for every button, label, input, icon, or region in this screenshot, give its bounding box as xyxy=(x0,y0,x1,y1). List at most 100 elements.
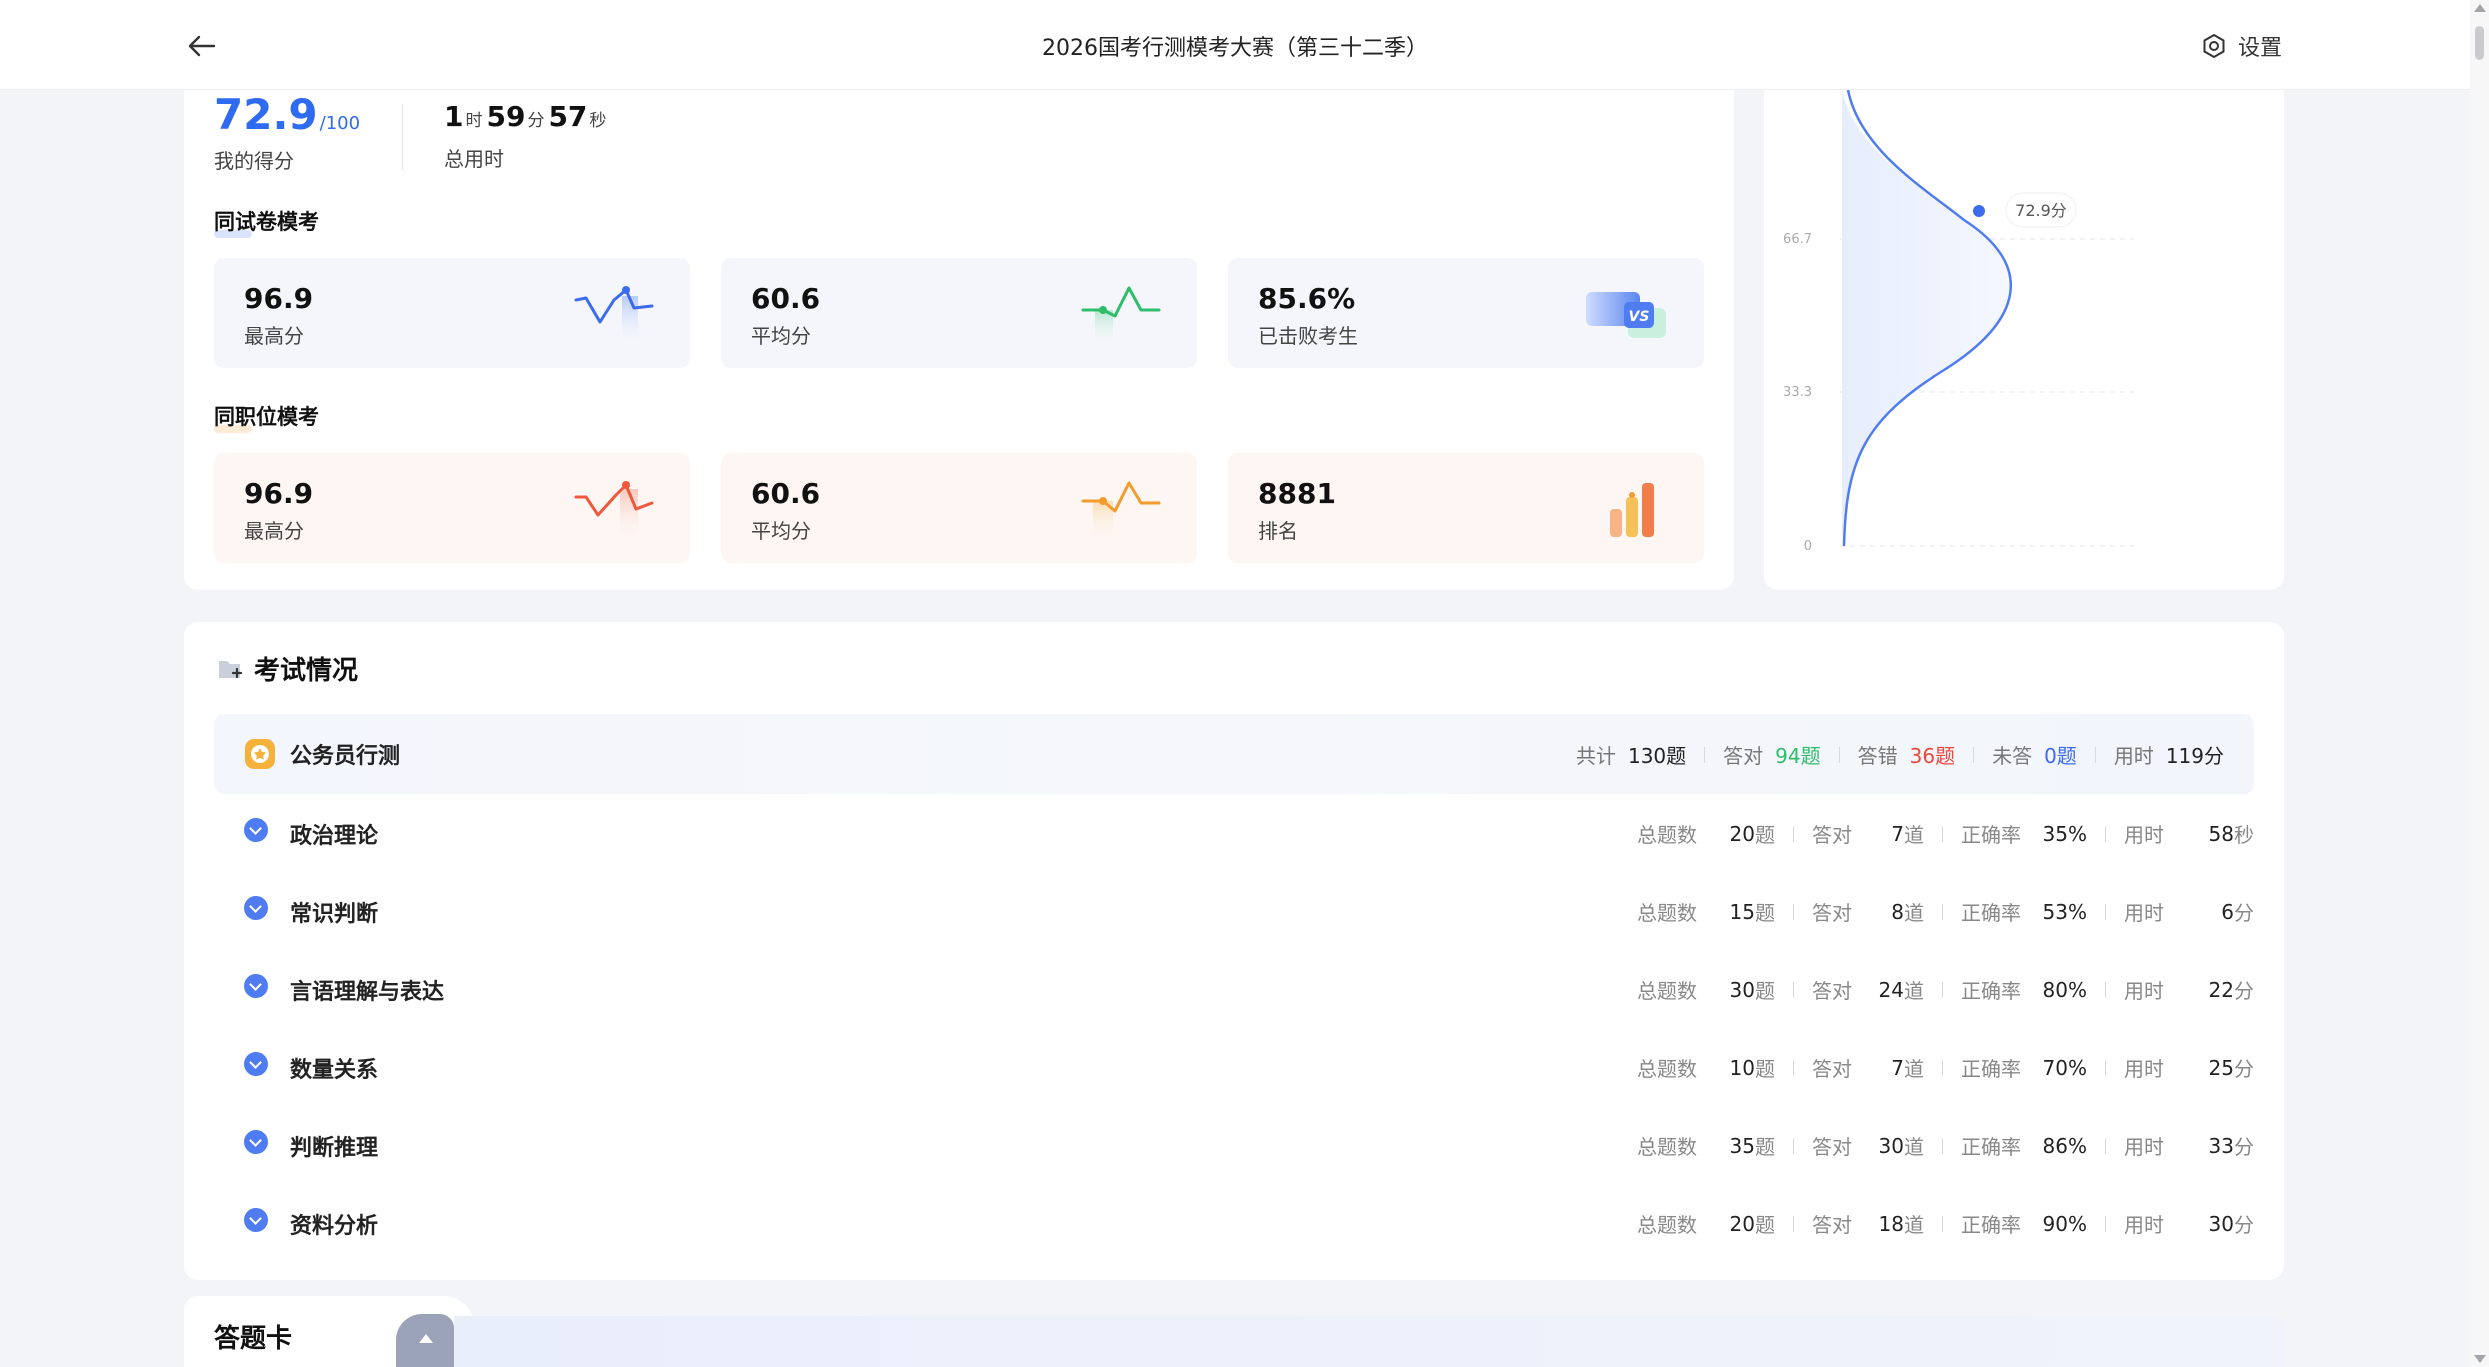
correct-label: 答对 xyxy=(1812,979,1852,1003)
time-unit: 分 xyxy=(2234,901,2254,925)
rate-label: 正确率 xyxy=(1961,1213,2021,1237)
total-label: 总题数 xyxy=(1637,823,1697,847)
time-value: 22 xyxy=(2208,977,2234,1002)
total-unit: 题 xyxy=(1755,823,1775,847)
vs-icon: VS xyxy=(1586,292,1666,338)
score-max: /100 xyxy=(319,113,361,134)
time-unit: 秒 xyxy=(2234,823,2254,847)
total-unit: 题 xyxy=(1755,1057,1775,1081)
stat-label: 平均分 xyxy=(751,324,811,348)
stat-value: 85.6% xyxy=(1258,282,1356,315)
rate-value: 53% xyxy=(2042,899,2087,924)
time-value: 6 xyxy=(2221,899,2234,924)
collapse-button[interactable] xyxy=(396,1314,454,1367)
subject-name: 常识判断 xyxy=(290,902,379,927)
chevron-down-icon[interactable] xyxy=(244,974,268,998)
chevron-down-icon[interactable] xyxy=(244,896,268,920)
exam-summary-stats: 共计 130题 答对 94题 答错 36题 未答 0题 用时 119分 xyxy=(1576,740,2224,769)
distribution-area xyxy=(1842,90,2011,546)
chevron-down-icon[interactable] xyxy=(244,818,268,842)
subject-stats: 总题数 15 题 答对 8 道 正确率 53% 用时 6 分 xyxy=(1637,897,2254,926)
score-caption: 我的得分 xyxy=(214,149,294,173)
line-wave-orange-icon xyxy=(1081,481,1161,541)
subject-row[interactable]: 言语理解与表达 总题数 30 题 答对 24 道 正确率 80% 用时 22 分 xyxy=(244,966,2254,1006)
chevron-down-icon[interactable] xyxy=(244,1208,268,1232)
settings-button[interactable]: 设置 xyxy=(2200,28,2282,64)
correct-label: 答对 xyxy=(1812,901,1852,925)
star-badge-icon xyxy=(245,739,275,769)
scroll-up-icon[interactable] xyxy=(2474,4,2486,12)
line-peak-red-icon xyxy=(574,481,654,541)
time-caption: 总用时 xyxy=(444,147,504,171)
total-label: 总题数 xyxy=(1637,1213,1697,1237)
time-value: 33 xyxy=(2208,1133,2234,1158)
chevron-down-icon[interactable] xyxy=(244,1130,268,1154)
time-label: 用时 xyxy=(2124,979,2164,1003)
subject-row[interactable]: 政治理论 总题数 20 题 答对 7 道 正确率 35% 用时 58 秒 xyxy=(244,810,2254,850)
total-label: 总题数 xyxy=(1637,1135,1697,1159)
time-seconds-unit: 秒 xyxy=(589,111,607,131)
time-minutes-unit: 分 xyxy=(527,111,545,131)
exam-name: 公务员行测 xyxy=(290,744,401,769)
subject-stats: 总题数 35 题 答对 30 道 正确率 86% 用时 33 分 xyxy=(1637,1131,2254,1160)
scrollbar[interactable] xyxy=(2470,0,2489,1367)
time-label: 用时 xyxy=(2124,1213,2164,1237)
correct-unit: 道 xyxy=(1904,979,1924,1003)
time-unit: 分 xyxy=(2234,1057,2254,1081)
chevron-down-icon[interactable] xyxy=(244,1052,268,1076)
distribution-card: 100 66.7 33.3 0 72.9分 xyxy=(1764,60,2284,590)
subject-row[interactable]: 数量关系 总题数 10 题 答对 7 道 正确率 70% 用时 25 分 xyxy=(244,1044,2254,1084)
total-value: 20 xyxy=(1729,821,1755,846)
total-unit: 题 xyxy=(1755,1213,1775,1237)
stat-card-average: 60.6 平均分 xyxy=(721,258,1197,368)
total-value: 10 xyxy=(1729,1055,1755,1080)
time-unit: 分 xyxy=(2234,1135,2254,1159)
stat-value: 96.9 xyxy=(244,477,314,510)
correct-value: 18 xyxy=(1878,1211,1904,1236)
y-tick: 0 xyxy=(1804,539,1812,554)
same-paper-title-text: 同试卷模考 xyxy=(214,210,319,234)
correct-label: 答对 xyxy=(1812,1213,1852,1237)
time-label: 用时 xyxy=(2124,1135,2164,1159)
correct-unit: 道 xyxy=(1904,823,1924,847)
scroll-down-icon[interactable] xyxy=(2474,1355,2486,1363)
rate-label: 正确率 xyxy=(1961,1135,2021,1159)
time-unit: 分 xyxy=(2234,979,2254,1003)
answer-card-title: 答题卡 xyxy=(214,1324,293,1354)
subject-row[interactable]: 常识判断 总题数 15 题 答对 8 道 正确率 53% 用时 6 分 xyxy=(244,888,2254,928)
stat-card-highest: 96.9 最高分 xyxy=(214,258,690,368)
stat-value: 8881 xyxy=(1258,477,1336,510)
time-label: 用时 xyxy=(2124,823,2164,847)
total-unit: 题 xyxy=(1755,901,1775,925)
stat-label: 排名 xyxy=(1258,519,1298,543)
stat-card-rank: 8881 排名 xyxy=(1228,453,1704,563)
time-seconds: 57 xyxy=(548,100,588,133)
answer-card-body xyxy=(454,1316,2284,1367)
time-label: 用时 xyxy=(2124,901,2164,925)
stat-card-defeated: 85.6% 已击败考生 VS xyxy=(1228,258,1704,368)
total-label: 总题数 xyxy=(1637,1057,1697,1081)
summary-correct-label: 答对 xyxy=(1723,744,1764,768)
my-score-label: 72.9分 xyxy=(2015,201,2067,220)
score-card: 72.9/100 我的得分 1 时 59 分 57 秒 总用时 同试卷模考 96.9 最高… xyxy=(184,60,1734,590)
subject-row[interactable]: 判断推理 总题数 35 题 答对 30 道 正确率 86% 用时 33 分 xyxy=(244,1122,2254,1162)
summary-total-label: 共计 xyxy=(1575,744,1616,768)
subject-row[interactable]: 资料分析 总题数 20 题 答对 18 道 正确率 90% 用时 30 分 xyxy=(244,1200,2254,1240)
same-position-title: 同职位模考 xyxy=(214,401,319,433)
time-hours-unit: 时 xyxy=(465,111,483,131)
total-unit: 题 xyxy=(1755,1135,1775,1159)
rate-label: 正确率 xyxy=(1961,1057,2021,1081)
subject-name: 判断推理 xyxy=(290,1136,379,1161)
rate-label: 正确率 xyxy=(1961,979,2021,1003)
bar-rank-icon xyxy=(1610,483,1654,537)
correct-label: 答对 xyxy=(1812,823,1852,847)
stat-label: 最高分 xyxy=(244,324,304,348)
folder-icon xyxy=(219,660,243,678)
svg-text:VS: VS xyxy=(1629,309,1650,325)
scroll-thumb[interactable] xyxy=(2475,26,2484,60)
subject-stats: 总题数 30 题 答对 24 道 正确率 80% 用时 22 分 xyxy=(1637,975,2254,1004)
summary-unanswered-value: 0题 xyxy=(2044,744,2077,768)
correct-unit: 道 xyxy=(1904,1057,1924,1081)
exam-summary-bar[interactable]: 公务员行测 共计 130题 答对 94题 答错 36题 未答 0题 用时 119分 xyxy=(214,714,2254,794)
correct-unit: 道 xyxy=(1904,1135,1924,1159)
